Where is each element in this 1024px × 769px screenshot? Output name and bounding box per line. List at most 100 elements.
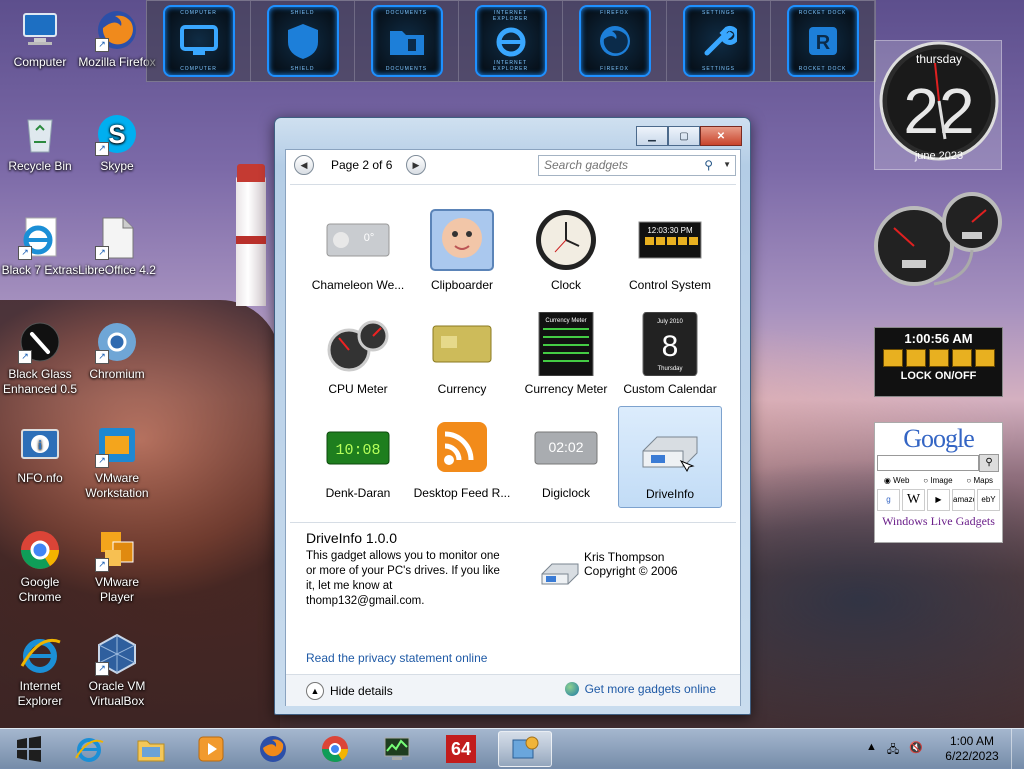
gadget-tile-digiclock[interactable]: 02:02 Digiclock xyxy=(514,406,618,508)
google-radio-maps[interactable]: ○ Maps xyxy=(966,476,993,485)
show-desktop-button[interactable] xyxy=(1011,729,1024,769)
dock-caption: DOCUMENTS xyxy=(385,10,428,16)
key-button-icon[interactable] xyxy=(951,349,972,367)
svg-text:i: i xyxy=(38,437,42,452)
gadget-tile-clock[interactable]: Clock xyxy=(514,198,618,300)
search-icon[interactable]: ⚲ xyxy=(704,158,713,172)
taskbar-media-player[interactable] xyxy=(184,731,238,767)
gadget-tile-driveinfo[interactable]: DriveInfo xyxy=(618,406,722,508)
desktop-icon-label: Google Chrome xyxy=(18,575,62,604)
previous-page-button[interactable]: ◀ xyxy=(294,155,314,175)
dock-caption: SHIELD xyxy=(290,66,315,72)
close-button[interactable]: ✕ xyxy=(700,126,742,146)
start-button[interactable] xyxy=(4,731,54,767)
volume-muted-icon[interactable]: 🔇 xyxy=(909,741,923,760)
show-hidden-icons-icon[interactable]: ▲ xyxy=(866,741,877,760)
get-more-gadgets-link[interactable]: Get more gadgets online xyxy=(564,682,716,696)
restart-button-icon[interactable] xyxy=(905,349,926,367)
google-radio-image[interactable]: ○ Image xyxy=(923,476,952,485)
next-page-button[interactable]: ▶ xyxy=(406,155,426,175)
clock-gadget[interactable]: thursday 22 june 2023 xyxy=(874,40,1002,170)
dock-item-rocketdock[interactable]: ROCKET DOCK R ROCKET DOCK xyxy=(771,1,875,81)
search-icon[interactable]: ⚲ xyxy=(979,454,999,472)
details-title: DriveInfo 1.0.0 xyxy=(306,530,398,546)
gadget-gallery-window: ▁ ▢ ✕ ◀ Page 2 of 6 ▶ ⚲ ▼ 0° Chameleon W… xyxy=(274,117,751,715)
network-icon[interactable]: 🖧 xyxy=(887,741,899,760)
taskbar-file-explorer[interactable] xyxy=(124,731,178,767)
taskbar-gadgets[interactable] xyxy=(498,731,552,767)
dock-item-computer[interactable]: COMPUTER COMPUTER xyxy=(147,1,251,81)
desktop-icon-label: Mozilla Firefox xyxy=(78,55,156,69)
hide-details-button[interactable]: ▲ Hide details xyxy=(306,682,393,700)
taskbar-aida64[interactable]: 64 xyxy=(434,731,488,767)
google-search-input[interactable] xyxy=(877,455,979,471)
gadget-tile-currency[interactable]: Currency xyxy=(410,302,514,404)
gadget-tile-desktop-feed[interactable]: Desktop Feed R... xyxy=(410,406,514,508)
dock-item-documents[interactable]: DOCUMENTS DOCUMENTS xyxy=(355,1,459,81)
gadget-tile-denk-daran[interactable]: 10:08 Denk-Daran xyxy=(306,406,410,508)
dock-caption: ROCKET DOCK xyxy=(798,66,847,72)
lock-toggle[interactable]: LOCK ON/OFF xyxy=(875,370,1002,382)
youtube-shortcut-icon[interactable]: ▶ xyxy=(927,489,950,511)
desktop-icon-skype[interactable]: S ↗ Skype xyxy=(77,112,157,174)
google-radio-web[interactable]: ◉ Web xyxy=(884,476,910,485)
privacy-link[interactable]: Read the privacy statement online xyxy=(306,651,487,665)
author-name: Kris Thompson xyxy=(584,550,665,564)
dock-item-firefox[interactable]: FIREFOX FIREFOX xyxy=(563,1,667,81)
taskbar-firefox[interactable] xyxy=(246,731,300,767)
wrench-icon xyxy=(704,25,737,56)
gadget-tile-custom-calendar[interactable]: July 2010 8 Thursday Custom Calendar xyxy=(618,302,722,404)
taskbar-chrome[interactable] xyxy=(308,731,362,767)
google-shortcut-icon[interactable]: g xyxy=(877,489,900,511)
ebay-shortcut[interactable]: ebY xyxy=(977,489,1000,511)
chevron-down-icon[interactable]: ▼ xyxy=(723,160,731,169)
amazon-shortcut[interactable]: amazon xyxy=(952,489,975,511)
thumb-temp: 0° xyxy=(364,232,375,244)
desktop-icon-nfo[interactable]: i NFO.nfo xyxy=(0,424,80,486)
desktop-icon-black7-extras[interactable]: ↗ Black 7 Extras xyxy=(0,216,80,278)
minimize-button[interactable]: ▁ xyxy=(636,126,668,146)
desktop-icon-computer[interactable]: Computer xyxy=(0,8,80,70)
thumb-denk-time: 10:08 xyxy=(335,442,380,459)
logoff-button-icon[interactable] xyxy=(974,349,995,367)
desktop-icon-libreoffice[interactable]: ↗ LibreOffice 4.2 xyxy=(77,216,157,278)
search-box[interactable]: ⚲ ▼ xyxy=(538,155,736,176)
gadget-tile-cpu-meter[interactable]: CPU Meter xyxy=(306,302,410,404)
taskbar-system-monitor[interactable] xyxy=(370,731,424,767)
gadget-tile-currency-meter[interactable]: Currency Meter Currency Meter xyxy=(514,302,618,404)
maximize-button[interactable]: ▢ xyxy=(668,126,700,146)
search-input[interactable] xyxy=(539,156,694,173)
dock-item-settings[interactable]: SETTINGS SETTINGS xyxy=(667,1,771,81)
desktop-icon-recycle-bin[interactable]: Recycle Bin xyxy=(0,112,80,174)
desktop-icon-vmware-player[interactable]: ↗ VMware Player xyxy=(77,528,157,605)
desktop-icon-chromium[interactable]: ↗ Chromium xyxy=(77,320,157,382)
taskbar-clock[interactable]: 1:00 AM 6/22/2023 xyxy=(940,734,1004,764)
gadget-label: Desktop Feed R... xyxy=(413,486,511,500)
desktop-icon-virtualbox[interactable]: ↗ Oracle VM VirtualBox xyxy=(77,632,157,709)
dock-item-internet-explorer[interactable]: INTERNET EXPLORER INTERNET EXPLORER xyxy=(459,1,563,81)
desktop-icon-vmware-workstation[interactable]: ↗ VMware Workstation xyxy=(77,424,157,501)
currency-card-icon xyxy=(429,312,495,376)
desktop-icon-internet-explorer[interactable]: Internet Explorer xyxy=(0,632,80,709)
dock-caption: FIREFOX xyxy=(600,66,629,72)
gadget-tile-clipboarder[interactable]: Clipboarder xyxy=(410,198,514,300)
gadget-tile-control-system[interactable]: 12:03:30 PM Control System xyxy=(618,198,722,300)
dock-item-shield[interactable]: SHIELD SHIELD xyxy=(251,1,355,81)
desktop-icon-black-glass[interactable]: ↗ Black Glass Enhanced 0.5 xyxy=(0,320,80,397)
gadget-tile-chameleon[interactable]: 0° Chameleon We... xyxy=(306,198,410,300)
google-logo: Google xyxy=(903,424,975,453)
desktop-icon-firefox[interactable]: ↗ Mozilla Firefox xyxy=(77,8,157,70)
desktop-icon-google-chrome[interactable]: Google Chrome xyxy=(0,528,80,605)
analog-clock-icon: thursday 22 june 2023 xyxy=(879,41,999,162)
control-system-gadget[interactable]: 1:00:56 AM LOCK ON/OFF xyxy=(874,327,1003,397)
sleep-button-icon[interactable] xyxy=(928,349,949,367)
weather-icon: 0° xyxy=(325,208,391,272)
thumb-time: 12:03:30 PM xyxy=(647,226,693,235)
cpu-meter-gadget[interactable] xyxy=(874,188,1002,288)
black-glass-icon: ↗ xyxy=(18,320,62,364)
aida64-icon: 64 xyxy=(446,735,476,763)
wikipedia-shortcut-icon[interactable]: W xyxy=(902,489,925,511)
taskbar-internet-explorer[interactable] xyxy=(62,731,116,767)
windows-live-gadgets-link[interactable]: Windows Live Gadgets xyxy=(875,514,1002,529)
power-button-icon[interactable] xyxy=(882,349,903,367)
